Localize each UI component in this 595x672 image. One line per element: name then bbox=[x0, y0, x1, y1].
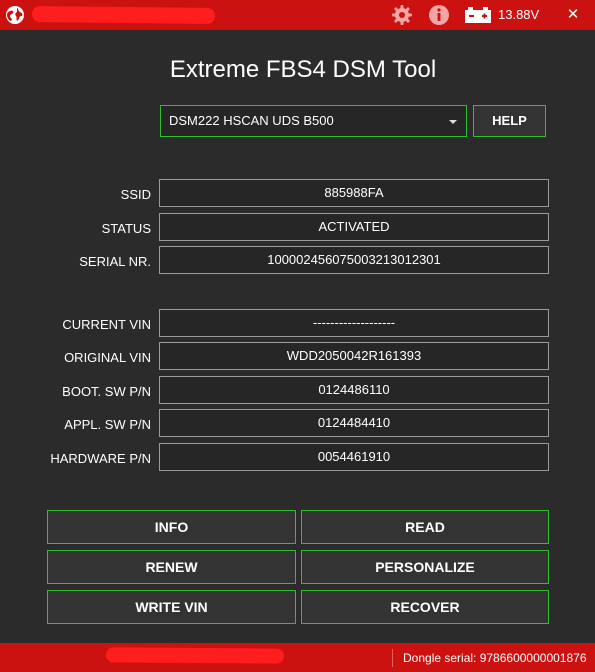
info-button[interactable]: INFO bbox=[47, 510, 296, 544]
redacted-status bbox=[105, 647, 285, 664]
battery-voltage: 13.88V bbox=[498, 7, 540, 22]
personalize-button[interactable]: PERSONALIZE bbox=[301, 550, 549, 584]
help-button[interactable]: HELP bbox=[473, 105, 546, 137]
chevron-down-icon bbox=[449, 120, 457, 124]
original-vin-label: ORIGINAL VIN bbox=[64, 350, 151, 365]
globe-icon[interactable] bbox=[5, 5, 25, 25]
write-vin-button[interactable]: WRITE VIN bbox=[47, 590, 296, 624]
appl-sw-field: 0124484410 bbox=[159, 409, 549, 437]
battery-icon bbox=[465, 7, 491, 23]
appl-sw-label: APPL. SW P/N bbox=[64, 417, 151, 432]
dongle-serial: Dongle serial: 9786600000001876 bbox=[403, 651, 587, 665]
hardware-label: HARDWARE P/N bbox=[50, 451, 151, 466]
redacted-title bbox=[31, 6, 216, 24]
ssid-label: SSID bbox=[120, 187, 151, 202]
boot-sw-field: 0124486110 bbox=[159, 376, 549, 404]
status-field: ACTIVATED bbox=[159, 213, 549, 241]
read-button[interactable]: READ bbox=[301, 510, 549, 544]
status-divider bbox=[392, 649, 393, 667]
close-icon[interactable]: ✕ bbox=[565, 6, 581, 24]
original-vin-field: WDD2050042R161393 bbox=[159, 342, 549, 370]
serial-field: 100002456075003213012301 bbox=[159, 246, 549, 274]
device-select-value: DSM222 HSCAN UDS B500 bbox=[169, 113, 334, 128]
app-title: Extreme FBS4 DSM Tool bbox=[169, 56, 437, 83]
renew-button[interactable]: RENEW bbox=[47, 550, 296, 584]
current-vin-field: ------------------- bbox=[159, 309, 549, 337]
recover-button[interactable]: RECOVER bbox=[301, 590, 549, 624]
status-label: STATUS bbox=[101, 221, 151, 236]
hardware-field: 0054461910 bbox=[159, 443, 549, 471]
serial-label: SERIAL NR. bbox=[79, 254, 151, 269]
device-select[interactable]: DSM222 HSCAN UDS B500 bbox=[160, 105, 467, 137]
boot-sw-label: BOOT. SW P/N bbox=[62, 384, 151, 399]
ssid-field: 885988FA bbox=[159, 179, 549, 207]
gear-icon[interactable] bbox=[391, 4, 413, 26]
info-icon[interactable] bbox=[428, 4, 450, 26]
current-vin-label: CURRENT VIN bbox=[62, 317, 151, 332]
